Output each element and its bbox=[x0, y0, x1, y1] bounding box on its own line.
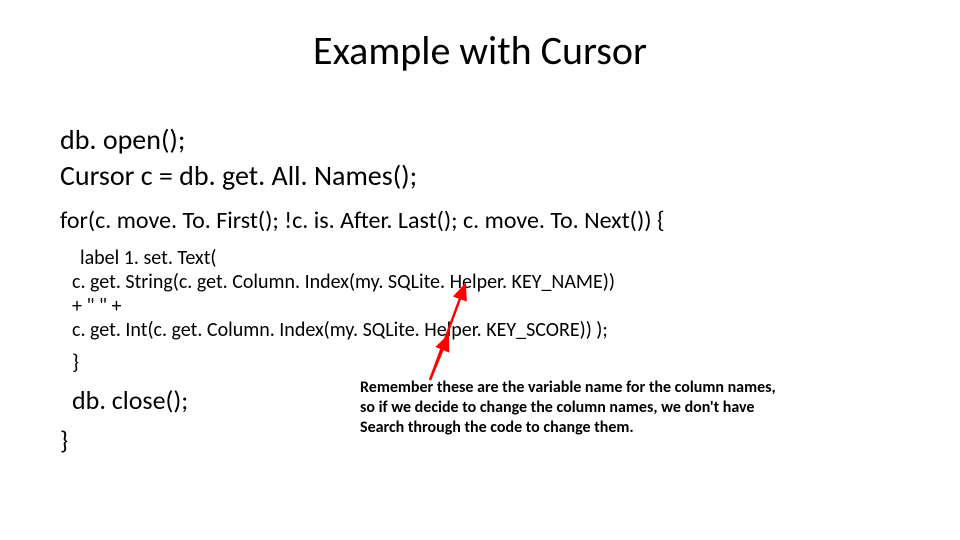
arrow-to-key-score bbox=[430, 336, 448, 380]
slide: Example with Cursor db. open(); Cursor c… bbox=[0, 0, 960, 540]
code-line-1: db. open(); bbox=[60, 122, 185, 157]
code-line-7: c. get. Int(c. get. Column. Index(my. SQ… bbox=[72, 318, 608, 342]
code-line-10: } bbox=[60, 424, 68, 456]
annotation-line-1: Remember these are the variable name for… bbox=[360, 378, 910, 398]
code-line-3: for(c. move. To. First(); !c. is. After.… bbox=[60, 206, 665, 235]
code-line-6: + " " + bbox=[72, 294, 122, 318]
annotation-line-2: so if we decide to change the column nam… bbox=[360, 398, 910, 418]
annotation-line-3: Search through the code to change them. bbox=[360, 418, 910, 438]
code-line-5: c. get. String(c. get. Column. Index(my.… bbox=[72, 270, 615, 294]
code-line-8: } bbox=[72, 348, 79, 375]
annotation-text: Remember these are the variable name for… bbox=[360, 378, 910, 438]
slide-title: Example with Cursor bbox=[0, 26, 960, 75]
code-line-2: Cursor c = db. get. All. Names(); bbox=[60, 158, 417, 193]
code-line-4: label 1. set. Text( bbox=[80, 246, 216, 270]
code-line-9: db. close(); bbox=[72, 384, 188, 416]
